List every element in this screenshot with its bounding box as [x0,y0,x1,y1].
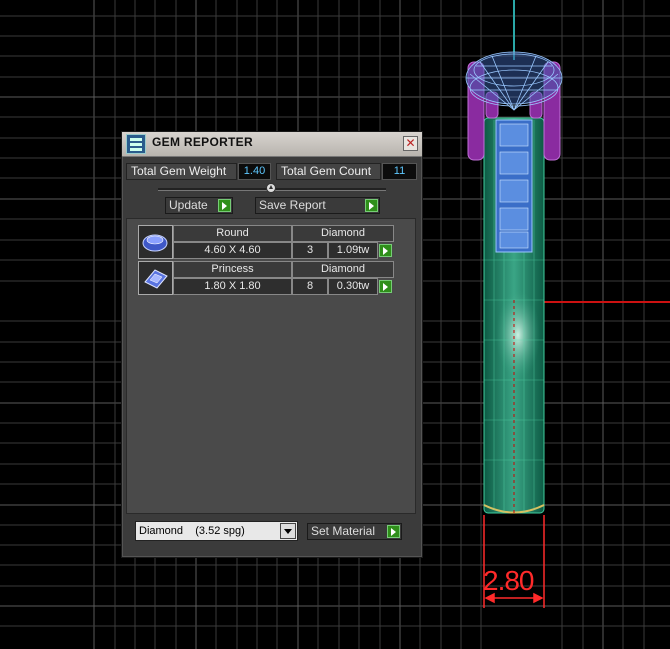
gem-reporter-app-icon [126,134,146,154]
gem-list: Round Diamond 4.60 X 4.60 3 1.09tw Princ… [126,218,416,514]
total-gem-weight-value: 1.40 [238,163,271,180]
gem-size: 4.60 X 4.60 [173,242,292,259]
total-gem-weight-label: Total Gem Weight [126,163,237,180]
play-arrow-icon [387,525,400,538]
save-report-button-label: Save Report [259,198,326,212]
play-arrow-icon[interactable] [379,244,392,257]
set-material-button-label: Set Material [311,524,376,538]
gem-row[interactable]: Princess Diamond 1.80 X 1.80 8 0.30tw [134,261,394,295]
save-report-button[interactable]: Save Report [255,197,380,214]
close-icon[interactable]: ✕ [403,136,418,151]
dimension-label: 2.80 [483,565,534,596]
material-select-value: Diamond (3.52 spg) [139,525,245,537]
gem-weight: 0.30tw [328,278,378,295]
play-arrow-icon[interactable] [379,280,392,293]
channel-stones [495,119,533,253]
gem-count: 3 [292,242,328,259]
gem-reporter-panel: GEM REPORTER ✕ Total Gem Weight 1.40 Tot… [121,131,423,558]
round-gem-icon [138,225,173,259]
gem-weight: 1.09tw [328,242,378,259]
update-button[interactable]: Update [165,197,233,214]
panel-titlebar[interactable]: GEM REPORTER ✕ [122,132,422,157]
gem-shape: Round [173,225,292,242]
update-button-label: Update [169,198,208,212]
total-gem-count-label: Total Gem Count [276,163,381,180]
gem-shape: Princess [173,261,292,278]
play-arrow-icon [218,199,231,212]
panel-title: GEM REPORTER [152,135,253,149]
gem-material: Diamond [292,261,394,278]
chevron-down-icon[interactable] [280,523,296,539]
gem-size: 1.80 X 1.80 [173,278,292,295]
total-gem-count-value: 11 [382,163,417,180]
material-select[interactable]: Diamond (3.52 spg) [135,521,298,541]
play-arrow-icon [365,199,378,212]
gem-row[interactable]: Round Diamond 4.60 X 4.60 3 1.09tw [134,225,394,259]
gem-count: 8 [292,278,328,295]
princess-gem-icon [138,261,173,295]
gem-material: Diamond [292,225,394,242]
size-slider-handle[interactable] [266,183,276,193]
set-material-button[interactable]: Set Material [307,523,402,540]
